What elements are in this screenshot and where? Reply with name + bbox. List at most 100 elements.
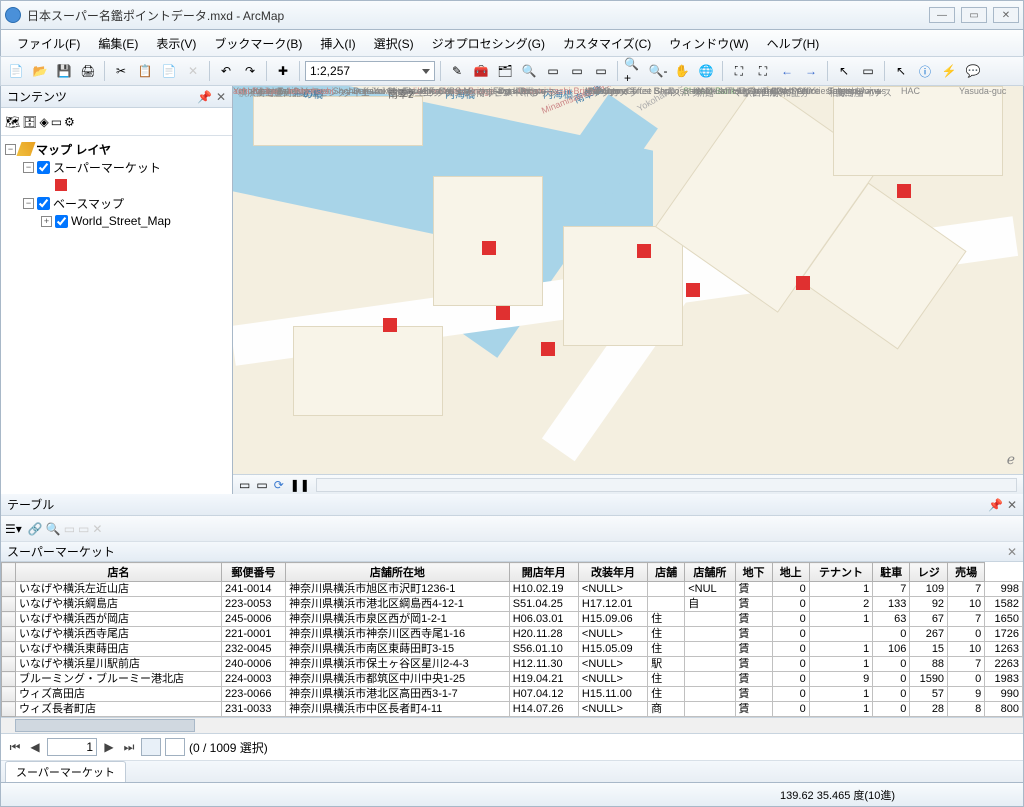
html-popup-icon[interactable]: 💬	[962, 60, 984, 82]
undo-icon[interactable]: ↶	[215, 60, 237, 82]
scale-combo[interactable]: 1:2,257	[305, 61, 435, 81]
identify-icon[interactable]: ⓘ	[914, 60, 936, 82]
menu-view[interactable]: 表示(V)	[148, 32, 204, 55]
toc-pin-icon[interactable]: 📌	[197, 90, 212, 104]
next-record-icon[interactable]: ▶	[101, 740, 117, 754]
map-point[interactable]	[383, 318, 397, 332]
layer-checkbox[interactable]	[55, 215, 68, 228]
toc-close-icon[interactable]: ✕	[216, 90, 226, 104]
hyperlink-icon[interactable]: ⚡	[938, 60, 960, 82]
related-tables-icon[interactable]: 🔗	[28, 522, 43, 536]
forward-icon[interactable]: →	[800, 60, 822, 82]
map-point[interactable]	[897, 184, 911, 198]
redo-icon[interactable]: ↷	[239, 60, 261, 82]
copy-icon[interactable]: 📋	[134, 60, 156, 82]
show-selected-icon[interactable]	[165, 738, 185, 756]
save-icon[interactable]: 💾	[53, 60, 75, 82]
menu-edit[interactable]: 編集(E)	[90, 32, 146, 55]
pause-icon[interactable]: ❚❚	[290, 478, 310, 492]
toc-symbol[interactable]	[5, 176, 228, 194]
toc-layer-worldstreet[interactable]: + World_Street_Map	[5, 212, 228, 230]
table-row[interactable]: いなげや横浜綱島店223-0053神奈川県横浜市港北区綱島西4-12-1S51.…	[2, 597, 1023, 612]
table-row[interactable]: ウィズ高田店223-0066神奈川県横浜市港北区高田西3-1-7H07.04.1…	[2, 687, 1023, 702]
table-row[interactable]: いなげや横浜星川駅前店240-0006神奈川県横浜市保土ヶ谷区星川2-4-3H1…	[2, 657, 1023, 672]
expand-icon[interactable]: −	[5, 144, 16, 155]
toc-root[interactable]: − マップ レイヤ	[5, 140, 228, 158]
toolbox-icon[interactable]: 🧰	[470, 60, 492, 82]
map-scrollbar[interactable]	[316, 478, 1017, 492]
map-point[interactable]	[686, 283, 700, 297]
map-point[interactable]	[482, 241, 496, 255]
list-by-visibility-icon[interactable]: ◈	[39, 115, 48, 129]
table-row[interactable]: いなげや横浜西が岡店245-0006神奈川県横浜市泉区西が岡1-2-1H06.0…	[2, 612, 1023, 627]
back-icon[interactable]: ←	[776, 60, 798, 82]
paste-icon[interactable]: 📄	[158, 60, 180, 82]
map-point[interactable]	[541, 342, 555, 356]
menu-geoprocessing[interactable]: ジオプロセシング(G)	[424, 32, 553, 55]
catalog-icon[interactable]: 🗂	[494, 60, 516, 82]
list-by-source-icon[interactable]: 🗄	[22, 115, 37, 129]
prev-record-icon[interactable]: ◀	[27, 740, 43, 754]
delete-sel-icon[interactable]: ✕	[92, 522, 102, 536]
menu-file[interactable]: ファイル(F)	[9, 32, 88, 55]
fixed-zoom-in-icon[interactable]: ⛶	[728, 60, 750, 82]
menu-bookmarks[interactable]: ブックマーク(B)	[206, 32, 310, 55]
expand-icon[interactable]: −	[23, 198, 34, 209]
menu-insert[interactable]: 挿入(I)	[312, 32, 363, 55]
table-row[interactable]: いなげや横浜西寺尾店221-0001神奈川県横浜市神奈川区西寺尾1-16H20.…	[2, 627, 1023, 642]
map-point[interactable]	[796, 276, 810, 290]
layout-view-icon[interactable]: ▭	[256, 478, 267, 492]
attribute-table[interactable]: 店名郵便番号店舗所在地開店年月改装年月店舗店舗所地下地上テナント駐車レジ売場 い…	[1, 562, 1023, 718]
clear-sel-icon[interactable]: ▭	[78, 522, 89, 536]
first-record-icon[interactable]: ⏮	[7, 740, 23, 755]
pan-icon[interactable]: ✋	[671, 60, 693, 82]
table-row[interactable]: ウィズ長者町店231-0033神奈川県横浜市中区長者町4-11H14.07.26…	[2, 702, 1023, 717]
select-by-attr-icon[interactable]: 🔍	[46, 522, 61, 536]
table-tab-close-icon[interactable]: ✕	[1007, 545, 1017, 559]
expand-icon[interactable]: +	[41, 216, 52, 227]
refresh-icon[interactable]: ⟳	[274, 478, 284, 492]
layer-checkbox[interactable]	[37, 197, 50, 210]
maximize-button[interactable]: ▭	[961, 7, 987, 23]
menu-window[interactable]: ウィンドウ(W)	[661, 32, 756, 55]
last-record-icon[interactable]: ⏭	[121, 740, 137, 755]
list-by-drawing-icon[interactable]: 🗺	[5, 115, 20, 129]
add-data-icon[interactable]: ✚	[272, 60, 294, 82]
cut-icon[interactable]: ✂	[110, 60, 132, 82]
zoom-in-icon[interactable]: 🔍+	[623, 60, 645, 82]
close-button[interactable]: ✕	[993, 7, 1019, 23]
options-icon[interactable]: ⚙	[64, 115, 75, 129]
map-point[interactable]	[637, 244, 651, 258]
table-tab[interactable]: スーパーマーケット	[5, 761, 126, 782]
delete-icon[interactable]: ✕	[182, 60, 204, 82]
editor-icon[interactable]: ✎	[446, 60, 468, 82]
zoom-out-icon[interactable]: 🔍-	[647, 60, 669, 82]
expand-icon[interactable]: −	[23, 162, 34, 173]
new-icon[interactable]: 📄	[5, 60, 27, 82]
table-row[interactable]: いなげや横浜東蒔田店232-0045神奈川県横浜市南区東蒔田町3-15S56.0…	[2, 642, 1023, 657]
pointer-icon[interactable]: ↖	[890, 60, 912, 82]
toc-layer-basemap[interactable]: − ベースマップ	[5, 194, 228, 212]
minimize-button[interactable]: —	[929, 7, 955, 23]
menu-customize[interactable]: カスタマイズ(C)	[555, 32, 659, 55]
table-options-icon[interactable]: ☰▾	[5, 522, 22, 536]
model-icon[interactable]: ▭	[566, 60, 588, 82]
toc-layer-supermarket[interactable]: − スーパーマーケット	[5, 158, 228, 176]
python-icon[interactable]: ▭	[542, 60, 564, 82]
full-extent-icon[interactable]: 🌐	[695, 60, 717, 82]
open-icon[interactable]: 📂	[29, 60, 51, 82]
time-icon[interactable]: ▭	[590, 60, 612, 82]
clear-selection-icon[interactable]: ▭	[857, 60, 879, 82]
layer-checkbox[interactable]	[37, 161, 50, 174]
list-by-selection-icon[interactable]: ▭	[51, 115, 62, 129]
record-number-input[interactable]	[47, 738, 97, 756]
table-row[interactable]: いなげや横浜左近山店241-0014神奈川県横浜市旭区市沢町1236-1H10.…	[2, 582, 1023, 597]
table-row[interactable]: ブルーミング・ブルーミー港北店224-0003神奈川県横浜市都筑区中川中央1-2…	[2, 672, 1023, 687]
map-view[interactable]: Kitasaiwai2 Supalsu サンクス Sunkus 横浜高島屋商品管…	[233, 86, 1023, 494]
search-icon[interactable]: 🔍	[518, 60, 540, 82]
menu-selection[interactable]: 選択(S)	[366, 32, 422, 55]
print-icon[interactable]: 🖨	[77, 60, 99, 82]
menu-help[interactable]: ヘルプ(H)	[759, 32, 828, 55]
map-point[interactable]	[496, 306, 510, 320]
table-h-scrollbar[interactable]	[1, 718, 1023, 734]
